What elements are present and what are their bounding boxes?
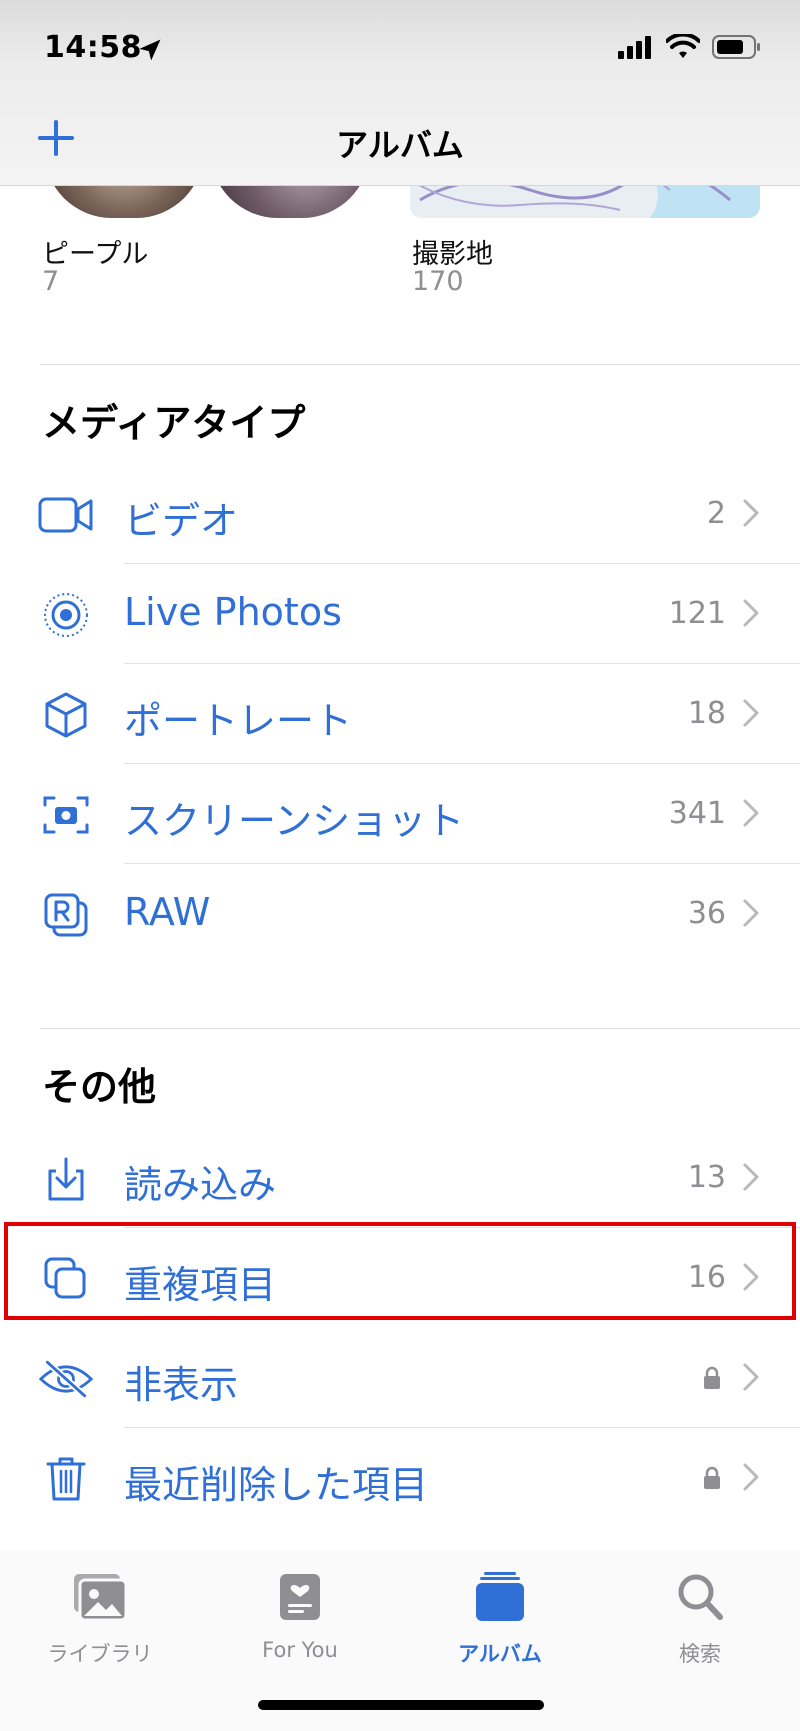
portrait-cube-icon [38, 692, 94, 738]
places-count: 170 [412, 266, 464, 297]
home-indicator[interactable] [258, 1700, 544, 1710]
row-count: 18 [687, 696, 726, 731]
row-label: 非表示 [124, 1363, 239, 1407]
row-label: 最近削除した項目 [124, 1463, 429, 1507]
other-row-hidden[interactable]: 非表示 [0, 1328, 800, 1428]
other-row-recently-deleted[interactable]: 最近削除した項目 [0, 1428, 800, 1528]
tab-search[interactable]: 検索 [600, 1570, 800, 1668]
media-types-title: メディアタイプ [42, 401, 306, 445]
chevron-right-icon [743, 1363, 759, 1391]
screenshot-icon [38, 792, 94, 838]
media-row-video[interactable]: ビデオ 2 [0, 464, 800, 564]
chevron-right-icon [743, 1263, 759, 1291]
section-divider [40, 364, 800, 365]
tab-for-you[interactable]: For You [200, 1570, 400, 1662]
top-bar: 14:58 アルバム [0, 0, 800, 186]
row-count: 121 [668, 596, 726, 631]
live-photos-icon [38, 592, 94, 638]
chevron-right-icon [743, 799, 759, 827]
other-title: その他 [42, 1065, 157, 1109]
row-label: ポートレート [124, 699, 353, 743]
tab-label: 検索 [679, 1642, 721, 1666]
chevron-right-icon [743, 1463, 759, 1491]
status-indicators [618, 34, 762, 60]
chevron-right-icon [743, 499, 759, 527]
media-row-portrait[interactable]: ポートレート 18 [0, 664, 800, 764]
raw-icon [38, 892, 94, 938]
chevron-right-icon [743, 1163, 759, 1191]
row-count: 13 [687, 1160, 726, 1195]
people-count: 7 [42, 266, 60, 297]
media-row-raw[interactable]: RAW 36 [0, 864, 800, 964]
search-icon [678, 1574, 723, 1620]
tab-albums[interactable]: アルバム [400, 1570, 600, 1668]
media-row-live-photos[interactable]: Live Photos 121 [0, 564, 800, 664]
row-label: 重複項目 [124, 1263, 277, 1307]
row-label: RAW [124, 890, 211, 934]
row-label: スクリーンショット [124, 799, 465, 843]
duplicates-icon [38, 1256, 94, 1302]
row-label: Live Photos [124, 590, 342, 634]
row-count: 341 [668, 796, 726, 831]
section-divider [40, 1028, 800, 1029]
row-count: 16 [687, 1260, 726, 1295]
hidden-eye-icon [38, 1356, 94, 1402]
status-time: 14:58 [44, 30, 142, 65]
chevron-right-icon [743, 699, 759, 727]
import-icon [38, 1156, 94, 1202]
chevron-right-icon [743, 899, 759, 927]
library-icon [74, 1574, 128, 1622]
row-count: 2 [706, 496, 726, 531]
media-row-screenshots[interactable]: スクリーンショット 341 [0, 764, 800, 864]
for-you-icon [280, 1574, 320, 1620]
tab-library[interactable]: ライブラリ [0, 1570, 200, 1668]
tab-label: ライブラリ [47, 1642, 153, 1666]
video-icon [38, 492, 94, 538]
trash-icon [38, 1456, 94, 1502]
page-title: アルバム [336, 126, 464, 164]
row-count: 36 [687, 896, 726, 931]
battery-icon [712, 35, 760, 59]
chevron-right-icon [743, 599, 759, 627]
tab-label: アルバム [458, 1642, 542, 1666]
wifi-icon [666, 34, 700, 58]
signal-icon [618, 36, 651, 59]
other-row-imports[interactable]: 読み込み 13 [0, 1128, 800, 1228]
lock-icon [704, 1366, 720, 1389]
albums-icon [476, 1572, 524, 1621]
lock-icon [704, 1466, 720, 1489]
location-arrow-icon [139, 39, 161, 61]
row-label: 読み込み [124, 1163, 277, 1207]
tab-label: For You [262, 1638, 338, 1662]
other-row-duplicates[interactable]: 重複項目 16 [0, 1228, 800, 1328]
row-label: ビデオ [124, 499, 239, 543]
